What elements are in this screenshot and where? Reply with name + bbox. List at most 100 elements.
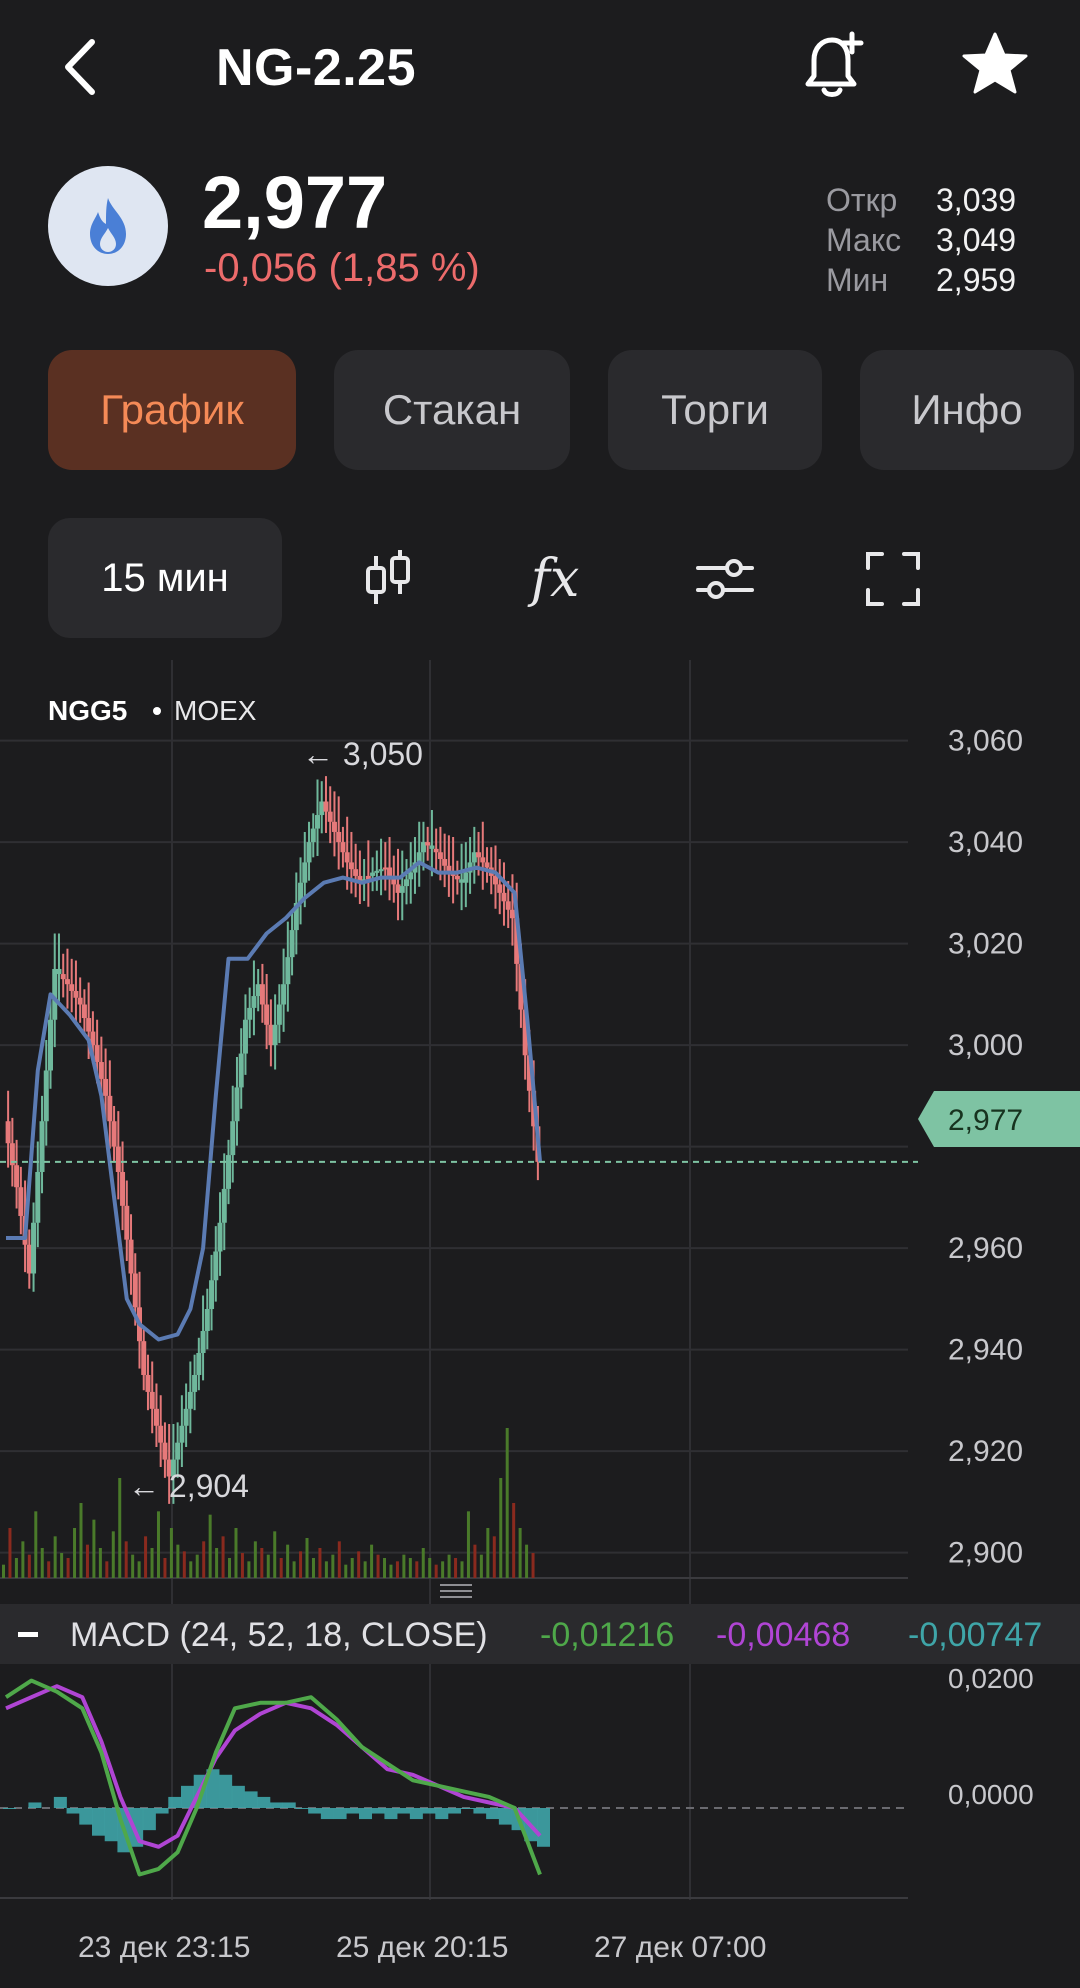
indicators-button[interactable]: fx xyxy=(522,546,588,612)
tab-order-book[interactable]: Стакан xyxy=(334,350,570,470)
current-price: 2,977 xyxy=(202,161,388,244)
x-tick-label: 25 дек 20:15 xyxy=(336,1931,508,1964)
macd-histogram-bar xyxy=(498,1808,512,1825)
candles-icon xyxy=(366,550,410,604)
candle-body xyxy=(192,1374,198,1392)
candle-body xyxy=(221,1188,227,1223)
star-icon xyxy=(962,32,1028,94)
candle-body xyxy=(209,1280,215,1310)
macd-histogram-bar xyxy=(142,1808,156,1831)
x-tick-label: 27 дек 07:00 xyxy=(594,1931,766,1964)
flame-icon xyxy=(90,198,126,254)
chevron-left-icon xyxy=(65,39,95,95)
separator-dot xyxy=(153,707,161,715)
chart-ticker: NGG5 xyxy=(48,695,127,726)
volume-bar xyxy=(286,1544,290,1578)
candle-body xyxy=(387,867,393,876)
macd-histogram-bar xyxy=(270,1802,283,1808)
price-chart-area[interactable]: 3,060 3,040 3,020 3,000 2,960 2,940 2,920 2,900… xyxy=(0,650,1080,1988)
candle-body xyxy=(128,1239,134,1274)
chart-toolbar: 15 мин fx xyxy=(0,518,1080,638)
volume-bar xyxy=(176,1544,180,1578)
bell-plus-icon xyxy=(805,31,864,97)
interval-selector[interactable]: 15 мин xyxy=(48,518,282,638)
candle-body xyxy=(323,801,329,812)
candle-body xyxy=(463,872,469,883)
candle-body xyxy=(124,1205,130,1240)
volume-bar xyxy=(66,1558,70,1578)
candle-body xyxy=(145,1374,151,1392)
candle-body xyxy=(43,1070,49,1122)
macd-histogram-bar xyxy=(257,1796,271,1808)
tab-trades[interactable]: Торги xyxy=(608,350,822,470)
low-marker: ← 2,904 xyxy=(128,1468,249,1504)
macd-histogram-bar xyxy=(346,1808,360,1814)
collapse-indicator-button[interactable] xyxy=(18,1632,38,1637)
candle-body xyxy=(433,848,439,853)
volume-bar xyxy=(331,1554,335,1578)
macd-tick-label: 0,0000 xyxy=(948,1779,1034,1810)
candle-body xyxy=(81,1004,87,1019)
volume-bar xyxy=(357,1551,361,1578)
volume-bar xyxy=(221,1536,225,1578)
candle-body xyxy=(484,862,490,868)
volume-bar xyxy=(79,1503,83,1578)
fullscreen-button[interactable] xyxy=(860,546,926,612)
candle-body xyxy=(331,821,337,832)
chart-type-button[interactable] xyxy=(356,546,422,612)
candle-body xyxy=(238,1053,244,1088)
price-chart[interactable]: 3,060 3,040 3,020 3,000 2,960 2,940 2,920 2,900… xyxy=(0,650,1080,1988)
volume-bar xyxy=(505,1428,509,1578)
volume-bar xyxy=(60,1553,64,1578)
volume-bar xyxy=(111,1531,115,1578)
candle-body xyxy=(501,892,507,902)
tab-info[interactable]: Инфо xyxy=(860,350,1074,470)
candle-body xyxy=(158,1425,164,1443)
candle-body xyxy=(289,930,295,958)
volume-bar xyxy=(247,1561,251,1578)
candle-body xyxy=(107,1095,113,1122)
volume-bar xyxy=(34,1511,38,1578)
candle-body xyxy=(442,859,448,866)
panel-resize-handle[interactable] xyxy=(440,1584,472,1598)
stat-high: Макс 3,049 xyxy=(826,220,1016,260)
volume-bar xyxy=(460,1561,464,1578)
candle-body xyxy=(399,886,405,893)
candle-body xyxy=(425,842,431,846)
candle-body xyxy=(98,1062,104,1079)
volume-bar xyxy=(14,1558,18,1578)
macd-histogram-bar xyxy=(359,1808,372,1820)
macd-value: -0,01216 xyxy=(540,1616,674,1654)
volume-bar xyxy=(53,1536,57,1578)
macd-histogram-bar xyxy=(66,1808,80,1814)
price-tick-label: 2,900 xyxy=(948,1537,1023,1570)
volume-bar xyxy=(441,1561,445,1578)
back-button[interactable] xyxy=(54,30,114,104)
volume-bar xyxy=(389,1564,393,1578)
macd-histogram-bar xyxy=(422,1808,436,1814)
candle-body xyxy=(344,852,350,863)
volume-bar xyxy=(525,1544,529,1578)
candle-body xyxy=(476,852,482,858)
macd-histogram-bar xyxy=(28,1802,42,1808)
volume-bar xyxy=(163,1558,167,1578)
volume-bar xyxy=(137,1561,141,1578)
tab-chart[interactable]: График xyxy=(48,350,296,470)
page-title: NG-2.25 xyxy=(216,39,417,97)
volume-bar xyxy=(454,1558,458,1578)
volume-bar xyxy=(363,1561,367,1578)
price-tick-label: 2,920 xyxy=(948,1435,1023,1468)
volume-bar xyxy=(428,1558,432,1578)
price-tick-label: 3,020 xyxy=(948,928,1023,961)
volume-bar xyxy=(415,1561,419,1578)
chart-settings-button[interactable] xyxy=(692,546,758,612)
add-alert-button[interactable] xyxy=(796,28,868,104)
volume-bar xyxy=(370,1544,374,1578)
candle-body xyxy=(234,1087,240,1122)
macd-panel xyxy=(0,1678,908,1877)
favorite-button[interactable] xyxy=(960,30,1030,100)
volume-bar xyxy=(492,1536,496,1578)
volume-bar xyxy=(421,1548,425,1578)
volume-bar xyxy=(118,1478,122,1578)
candle-body xyxy=(64,979,70,985)
